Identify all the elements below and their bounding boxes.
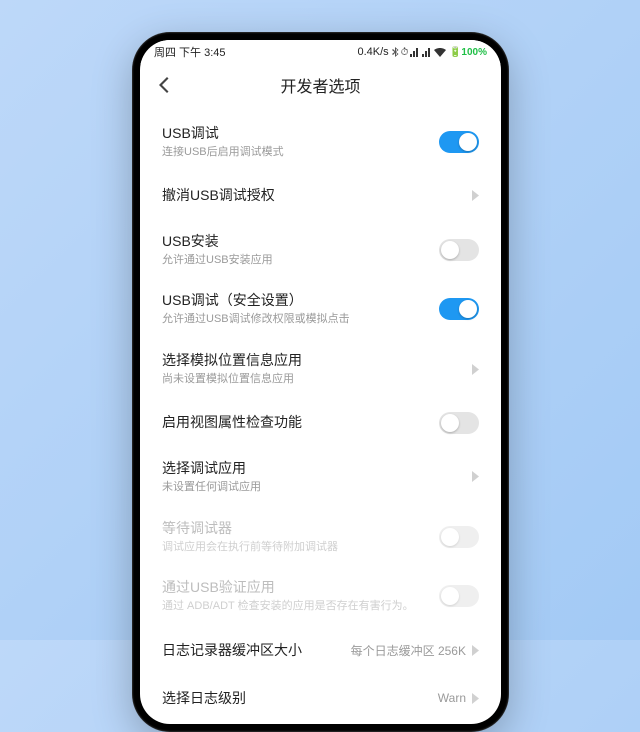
row-title: 日志记录器缓冲区大小 xyxy=(162,641,341,660)
row-value: 每个日志缓冲区 256K xyxy=(351,642,466,659)
row-value: Warn xyxy=(438,691,466,705)
row-title: USB安装 xyxy=(162,232,429,251)
row-title: 撤消USB调试授权 xyxy=(162,186,462,205)
row-log-buffer[interactable]: 日志记录器缓冲区大小 每个日志缓冲区 256K xyxy=(140,626,501,674)
back-button[interactable] xyxy=(154,75,174,95)
toggle-view-attr[interactable] xyxy=(439,412,479,434)
settings-list: USB调试 连接USB后启用调试模式 撤消USB调试授权 USB安装 允许通过U… xyxy=(140,106,501,722)
chevron-right-icon xyxy=(472,693,479,704)
signal-icon xyxy=(410,48,420,57)
alarm-icon: ⏱ xyxy=(401,47,408,58)
toggle-usb-install[interactable] xyxy=(439,239,479,261)
row-sub: 连接USB后启用调试模式 xyxy=(162,145,429,160)
row-sub: 允许通过USB安装应用 xyxy=(162,253,429,268)
row-sub: 通过 ADB/ADT 检查安装的应用是否存在有害行为。 xyxy=(162,599,429,614)
signal-icon-2 xyxy=(422,48,432,57)
row-title: 选择调试应用 xyxy=(162,459,462,478)
chevron-right-icon xyxy=(472,364,479,375)
toggle-usb-debug[interactable] xyxy=(439,131,479,153)
row-title: 启用视图属性检查功能 xyxy=(162,413,429,432)
status-right: 0.4K/s ⏱ 🔋100% xyxy=(357,46,487,58)
chevron-left-icon xyxy=(159,77,169,93)
row-title: 选择日志级别 xyxy=(162,689,428,708)
wifi-icon xyxy=(434,48,446,57)
status-time: 周四 下午 3:45 xyxy=(154,44,226,60)
row-title: 通过USB验证应用 xyxy=(162,578,429,597)
chevron-right-icon xyxy=(472,190,479,201)
status-icons: ⏱ xyxy=(392,47,446,58)
row-usb-install[interactable]: USB安装 允许通过USB安装应用 xyxy=(140,220,501,280)
row-debug-app[interactable]: 选择调试应用 未设置任何调试应用 xyxy=(140,447,501,507)
status-bar: 周四 下午 3:45 0.4K/s ⏱ 🔋100% xyxy=(140,40,501,64)
phone-frame: 周四 下午 3:45 0.4K/s ⏱ 🔋100% 开发者选项 xyxy=(132,32,509,732)
row-sub: 未设置任何调试应用 xyxy=(162,480,462,495)
row-usb-verify: 通过USB验证应用 通过 ADB/ADT 检查安装的应用是否存在有害行为。 xyxy=(140,566,501,626)
chevron-right-icon xyxy=(472,645,479,656)
row-mock-loc[interactable]: 选择模拟位置信息应用 尚未设置模拟位置信息应用 xyxy=(140,339,501,399)
row-view-attr[interactable]: 启用视图属性检查功能 xyxy=(140,399,501,447)
status-speed: 0.4K/s xyxy=(357,46,388,58)
row-title: USB调试 xyxy=(162,124,429,143)
header: 开发者选项 xyxy=(140,64,501,106)
row-usb-debug[interactable]: USB调试 连接USB后启用调试模式 xyxy=(140,112,501,172)
screen: 周四 下午 3:45 0.4K/s ⏱ 🔋100% 开发者选项 xyxy=(140,40,501,724)
toggle-wait-debugger xyxy=(439,526,479,548)
row-sub: 尚未设置模拟位置信息应用 xyxy=(162,372,462,387)
row-title: USB调试（安全设置） xyxy=(162,291,429,310)
toggle-usb-verify xyxy=(439,585,479,607)
row-usb-sec[interactable]: USB调试（安全设置） 允许通过USB调试修改权限或模拟点击 xyxy=(140,279,501,339)
row-sub: 允许通过USB调试修改权限或模拟点击 xyxy=(162,312,429,327)
bluetooth-icon xyxy=(392,47,399,57)
row-title: 等待调试器 xyxy=(162,519,429,538)
row-log-level[interactable]: 选择日志级别 Warn xyxy=(140,674,501,722)
row-sub: 调试应用会在执行前等待附加调试器 xyxy=(162,540,429,555)
toggle-usb-sec[interactable] xyxy=(439,298,479,320)
row-revoke-auth[interactable]: 撤消USB调试授权 xyxy=(140,172,501,220)
row-title: 选择模拟位置信息应用 xyxy=(162,351,462,370)
page-title: 开发者选项 xyxy=(280,73,360,97)
chevron-right-icon xyxy=(472,471,479,482)
row-wait-debugger: 等待调试器 调试应用会在执行前等待附加调试器 xyxy=(140,507,501,567)
battery-label: 🔋100% xyxy=(449,47,487,58)
